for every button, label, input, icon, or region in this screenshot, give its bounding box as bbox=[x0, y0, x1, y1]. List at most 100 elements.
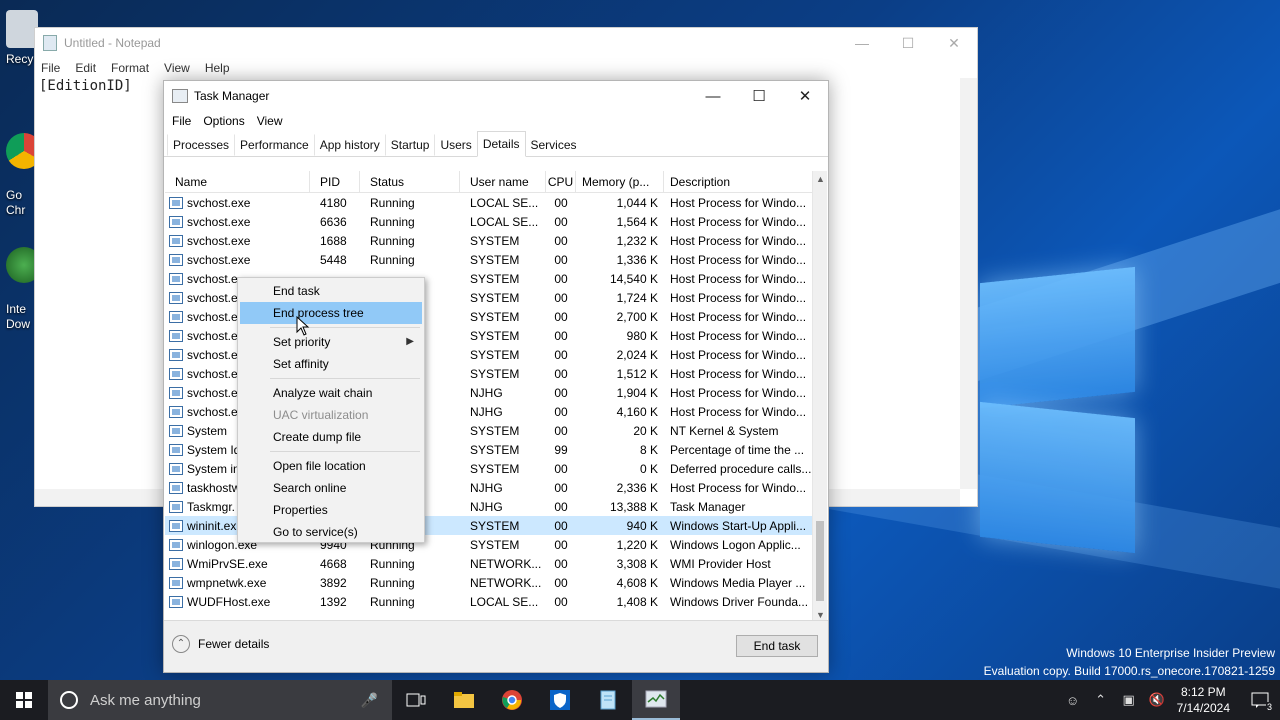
taskbar-chrome[interactable] bbox=[488, 680, 536, 720]
column-header-cpu[interactable]: CPU bbox=[546, 171, 576, 193]
action-center-button[interactable]: 3 bbox=[1240, 680, 1280, 720]
tab-performance[interactable]: Performance bbox=[234, 134, 315, 156]
maximize-button[interactable]: ☐ bbox=[736, 81, 782, 111]
cell-user-name: NJHG bbox=[470, 499, 503, 514]
cell-description: Host Process for Windo... bbox=[670, 290, 807, 305]
process-name-text: svchost.e bbox=[187, 328, 238, 343]
tab-app-history[interactable]: App history bbox=[313, 134, 386, 156]
process-name-text: svchost.e bbox=[187, 366, 238, 381]
people-icon[interactable]: ☺ bbox=[1061, 693, 1085, 708]
context-menu-item-set-affinity[interactable]: Set affinity bbox=[240, 353, 422, 375]
process-icon bbox=[169, 215, 183, 228]
notepad-vertical-scrollbar[interactable] bbox=[960, 78, 977, 489]
context-menu-item-open-file-location[interactable]: Open file location bbox=[240, 455, 422, 477]
table-row[interactable]: svchost.exe 1688 Running SYSTEM 00 1,232 K Hos… bbox=[165, 231, 813, 250]
cell-user-name: SYSTEM bbox=[470, 233, 520, 248]
menu-file[interactable]: File bbox=[41, 61, 60, 75]
windows-start-icon bbox=[16, 692, 32, 708]
cell-description: WMI Provider Host bbox=[670, 556, 771, 571]
cell-user-name: SYSTEM bbox=[470, 423, 520, 438]
show-hidden-icons-chevron-icon[interactable]: ⌃ bbox=[1089, 692, 1113, 708]
table-row[interactable]: WmiPrvSE.exe 4668 Running NETWORK... 00 3,308… bbox=[165, 554, 813, 573]
cell-user-name: SYSTEM bbox=[470, 347, 520, 362]
minimize-button[interactable]: — bbox=[690, 81, 736, 111]
process-icon bbox=[169, 405, 183, 418]
table-row[interactable]: wmpnetwk.exe 3892 Running NETWORK... 00 4,608… bbox=[165, 573, 813, 592]
microphone-icon[interactable]: 🎤 bbox=[361, 692, 378, 709]
table-row[interactable]: svchost.exe 4180 Running LOCAL SE... 00 1,044… bbox=[165, 193, 813, 212]
tab-users[interactable]: Users bbox=[434, 134, 477, 156]
menu-file[interactable]: File bbox=[172, 114, 191, 128]
minimize-button[interactable]: — bbox=[839, 28, 885, 58]
cell-cpu: 00 bbox=[554, 290, 568, 305]
submenu-arrow-icon: ▶ bbox=[406, 336, 414, 347]
menu-view[interactable]: View bbox=[164, 61, 190, 75]
process-name-text: svchost.exe bbox=[187, 252, 251, 267]
column-header-name[interactable]: Name bbox=[165, 171, 310, 193]
cell-memory: 1,044 K bbox=[616, 195, 658, 210]
close-button[interactable]: ✕ bbox=[931, 28, 977, 58]
process-name-text: wininit.ex bbox=[187, 518, 237, 533]
cell-user-name: SYSTEM bbox=[470, 518, 520, 533]
cell-description: Host Process for Windo... bbox=[670, 195, 807, 210]
context-menu-item-properties[interactable]: Properties bbox=[240, 499, 422, 521]
context-menu-item-create-dump-file[interactable]: Create dump file bbox=[240, 426, 422, 448]
tab-processes[interactable]: Processes bbox=[167, 134, 235, 156]
column-header-status[interactable]: Status bbox=[360, 171, 460, 193]
menu-options[interactable]: Options bbox=[203, 114, 244, 128]
taskbar-file-explorer[interactable] bbox=[440, 680, 488, 720]
column-header-description[interactable]: Description bbox=[664, 171, 813, 193]
menu-item-label: Search online bbox=[273, 481, 347, 495]
notepad-titlebar[interactable]: Untitled - Notepad bbox=[35, 28, 977, 58]
context-menu-item-end-process-tree[interactable]: End process tree bbox=[240, 302, 422, 324]
process-icon bbox=[169, 291, 183, 304]
close-button[interactable]: ✕ bbox=[782, 81, 828, 111]
column-header-user-name[interactable]: User name bbox=[460, 171, 546, 193]
context-menu-item-analyze-wait-chain[interactable]: Analyze wait chain bbox=[240, 382, 422, 404]
cell-cpu: 00 bbox=[554, 499, 568, 514]
scroll-up-arrow-icon[interactable]: ▲ bbox=[813, 171, 828, 187]
chrome-icon bbox=[502, 690, 522, 710]
fewer-details-toggle[interactable]: ⌃ Fewer details bbox=[172, 635, 269, 653]
task-manager-tabs: Processes Performance App history Startu… bbox=[164, 131, 828, 157]
tab-details[interactable]: Details bbox=[476, 131, 526, 157]
column-header-memory[interactable]: Memory (p... bbox=[576, 171, 664, 193]
menu-view[interactable]: View bbox=[257, 114, 283, 128]
clock[interactable]: 8:12 PM 7/14/2024 bbox=[1177, 684, 1230, 716]
context-menu-item-go-to-service-s[interactable]: Go to service(s) bbox=[240, 521, 422, 543]
cell-user-name: NJHG bbox=[470, 480, 503, 495]
scrollbar-thumb[interactable] bbox=[816, 521, 824, 601]
context-menu-item-end-task[interactable]: End task bbox=[240, 280, 422, 302]
menu-help[interactable]: Help bbox=[205, 61, 230, 75]
taskbar-notepad[interactable] bbox=[584, 680, 632, 720]
table-row[interactable]: svchost.exe 6636 Running LOCAL SE... 00 1,564… bbox=[165, 212, 813, 231]
process-icon bbox=[169, 310, 183, 323]
table-row[interactable]: svchost.exe 5448 Running SYSTEM 00 1,336 K Hos… bbox=[165, 250, 813, 269]
tab-services[interactable]: Services bbox=[524, 134, 583, 156]
process-name-text: svchost.e bbox=[187, 385, 238, 400]
network-icon[interactable]: ▣ bbox=[1117, 692, 1141, 708]
start-button[interactable] bbox=[0, 680, 48, 720]
tab-startup[interactable]: Startup bbox=[384, 134, 436, 156]
maximize-button[interactable]: ☐ bbox=[885, 28, 931, 58]
volume-muted-icon[interactable]: 🔇 bbox=[1145, 692, 1169, 708]
menu-edit[interactable]: Edit bbox=[75, 61, 96, 75]
cell-memory: 20 K bbox=[633, 423, 658, 438]
taskbar-task-manager[interactable] bbox=[632, 680, 680, 720]
menu-format[interactable]: Format bbox=[111, 61, 149, 75]
cell-pid: 4180 bbox=[320, 195, 347, 210]
table-row[interactable]: WUDFHost.exe 1392 Running LOCAL SE... 00 1,40… bbox=[165, 592, 813, 611]
column-header-pid[interactable]: PID bbox=[310, 171, 360, 193]
context-menu-item-search-online[interactable]: Search online bbox=[240, 477, 422, 499]
context-menu-item-set-priority[interactable]: Set priority ▶ bbox=[240, 331, 422, 353]
task-manager-icon bbox=[645, 690, 667, 708]
taskbar-task-view[interactable] bbox=[392, 680, 440, 720]
cortana-search-box[interactable]: Ask me anything 🎤 bbox=[48, 680, 392, 720]
process-name-text: svchost.e bbox=[187, 290, 238, 305]
cell-description: Task Manager bbox=[670, 499, 746, 514]
process-icon bbox=[169, 329, 183, 342]
taskbar-security[interactable] bbox=[536, 680, 584, 720]
end-task-button[interactable]: End task bbox=[736, 635, 818, 657]
process-name-text: svchost.exe bbox=[187, 195, 251, 210]
table-vertical-scrollbar[interactable]: ▲ ▼ bbox=[812, 171, 827, 623]
